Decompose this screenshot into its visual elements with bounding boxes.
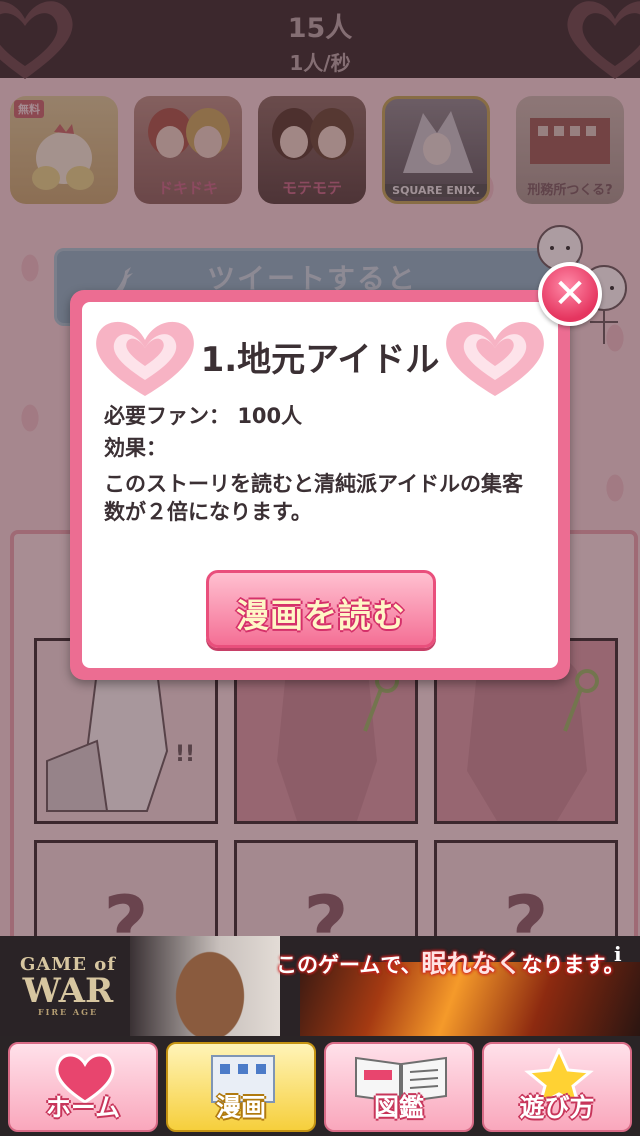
dialog-title: 1.地元アイドル [200,340,440,380]
ad-copy-post: なります。 [521,953,625,977]
required-fans-row: 必要ファン： 100人 [104,400,542,432]
required-fans-value: 100人 [237,404,303,428]
ad-photo [130,936,280,1036]
close-dialog-button[interactable]: ✕ [538,262,602,326]
tab-home-label: ホーム [45,1093,121,1122]
dialog-content: 1.地元アイドル 必要ファン： 100人 効果： このストーリを読むと清純派アイ… [82,302,558,668]
read-manga-button[interactable]: 漫画を読む [206,570,436,648]
ad-copy: このゲームで、眠れなくなります。 [276,944,624,980]
story-detail-dialog: 1.地元アイドル 必要ファン： 100人 効果： このストーリを読むと清純派アイ… [70,290,570,680]
tab-home[interactable]: ホーム [8,1042,158,1132]
ad-banner[interactable]: GAME of WAR FIRE AGE このゲームで、眠れなくなります。 i [0,936,640,1036]
close-icon: ✕ [553,271,587,317]
tab-how-to-play[interactable]: 遊び方 [482,1042,632,1132]
ad-info-icon[interactable]: i [614,942,632,966]
tab-encyclopedia[interactable]: 図鑑 [324,1042,474,1132]
ad-copy-emphasis: 眠れなく [421,949,522,978]
tab-manga[interactable]: 漫画 [166,1042,316,1132]
bottom-tab-bar: ホーム 漫画 図鑑 遊び方 [0,1036,640,1136]
tab-how-to-play-label: 遊び方 [519,1093,595,1122]
tab-encyclopedia-label: 図鑑 [373,1093,424,1122]
effect-description: このストーリを読むと清純派アイドルの集客数が２倍になります。 [104,472,523,524]
effect-label: 効果： [104,436,167,460]
tab-manga-label: 漫画 [215,1093,266,1122]
dialog-body: 必要ファン： 100人 効果： このストーリを読むと清純派アイドルの集客数が２倍… [104,400,542,526]
ad-game-logo: GAME of WAR FIRE AGE [20,956,116,1017]
required-fans-label: 必要ファン： [104,404,230,428]
read-manga-label: 漫画を読む [236,596,406,635]
ad-logo-line2: WAR [22,971,114,1011]
ad-copy-pre: このゲームで、 [276,953,422,977]
